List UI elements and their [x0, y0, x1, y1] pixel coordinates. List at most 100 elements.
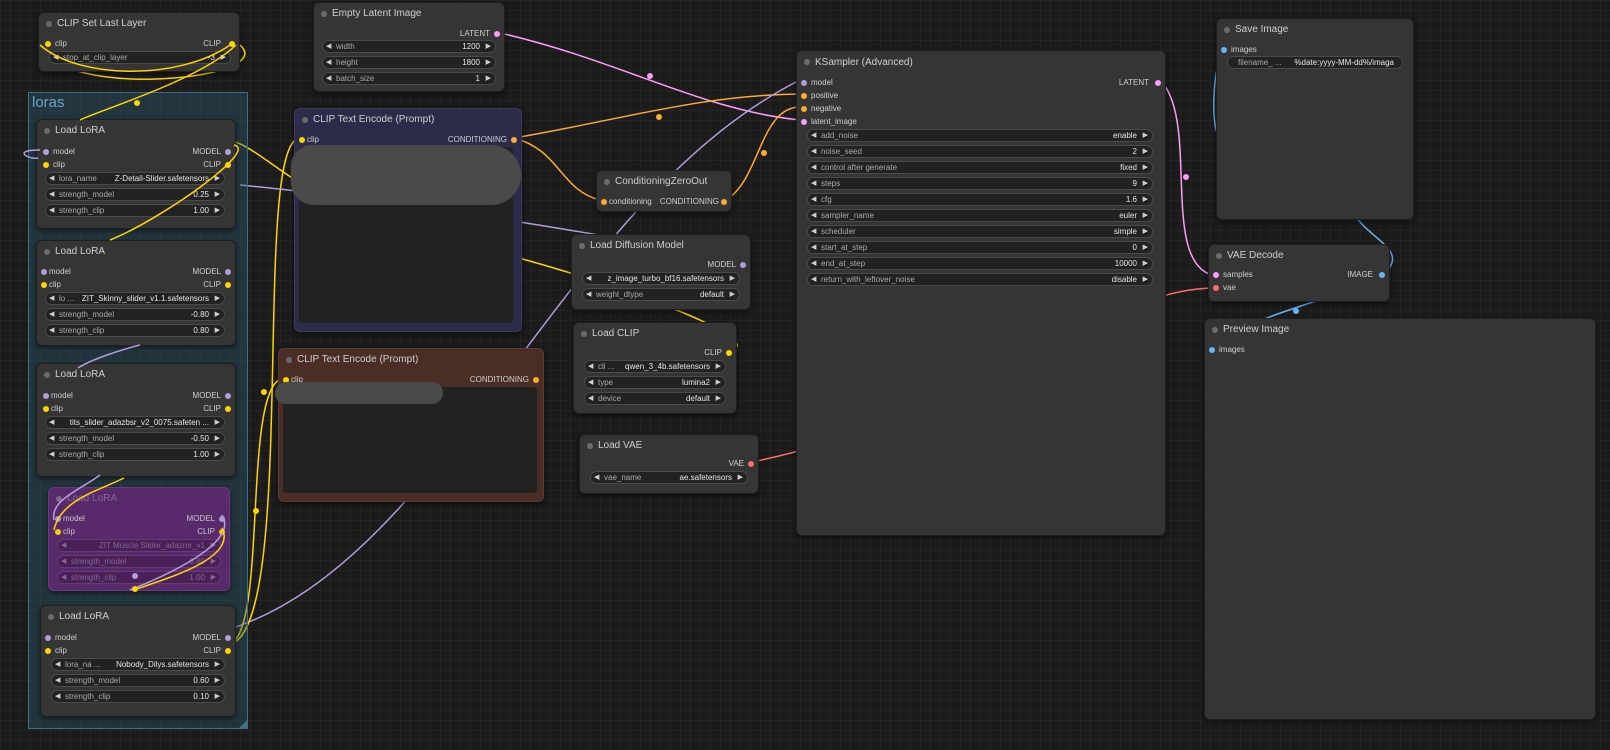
node-save-image[interactable]: Save Image images filename_ ... %date:yyy…	[1216, 18, 1414, 220]
input-slot-clip[interactable]	[41, 282, 47, 288]
node-clip-text-encode-positive[interactable]: CLIP Text Encode (Prompt) clip CONDITION…	[291, 108, 522, 332]
collapse-dot[interactable]	[587, 443, 593, 449]
ksampler-widget-cfg[interactable]: ◀ cfg 1.6 ▶	[807, 193, 1153, 206]
ksampler-widget-start-at-step[interactable]: ◀ start_at_step 0 ▶	[807, 241, 1153, 254]
collapse-dot[interactable]	[56, 496, 62, 502]
input-slot-model[interactable]	[55, 516, 61, 522]
strength-clip-widget[interactable]: ◀ strength_clip 0.10 ▶	[51, 690, 225, 703]
output-slot-model[interactable]	[225, 393, 231, 399]
collapse-dot[interactable]	[44, 128, 50, 134]
output-slot-image[interactable]	[1379, 272, 1385, 278]
node-ksampler-advanced[interactable]: KSampler (Advanced) model LATENT positiv…	[796, 50, 1166, 536]
clip-name-widget[interactable]: ◀ cli ... qwen_3_4b.safetensors ▶	[584, 360, 726, 373]
ksampler-widget-return-with-leftover-noise[interactable]: ◀ return_with_leftover_noise disable ▶	[807, 273, 1153, 286]
collapse-dot[interactable]	[804, 59, 810, 65]
collapse-dot[interactable]	[44, 249, 50, 255]
output-slot-model[interactable]	[740, 262, 746, 268]
vae-name-widget[interactable]: ◀ vae_name ae.safetensors ▶	[590, 471, 748, 484]
node-preview-image[interactable]: Preview Image images	[1204, 318, 1596, 720]
collapse-dot[interactable]	[321, 11, 327, 17]
input-slot-negative[interactable]	[801, 106, 807, 112]
height-widget[interactable]: ◀ height 1800 ▶	[322, 56, 496, 69]
clip-type-widget[interactable]: ◀ type lumina2 ▶	[584, 376, 726, 389]
strength-clip-widget[interactable]: ◀ strength_clip 1.00 ▶	[57, 571, 221, 584]
input-slot-model[interactable]	[41, 269, 47, 275]
input-slot-model[interactable]	[801, 80, 807, 86]
output-slot-clip[interactable]	[225, 648, 231, 654]
collapse-dot[interactable]	[286, 357, 292, 363]
output-slot-latent[interactable]	[494, 31, 500, 37]
output-slot-clip[interactable]	[229, 41, 235, 47]
strength-clip-widget[interactable]: ◀ strength_clip 0.80 ▶	[45, 324, 225, 337]
lora-name-widget[interactable]: ◀ tits_slider_adazbsr_v2_0075.safeten ...…	[45, 416, 225, 429]
lora-name-widget[interactable]: ◀ lora_na ... Nobody_Dilys.safetensors ▶	[51, 658, 225, 671]
input-slot-conditioning[interactable]	[601, 199, 607, 205]
input-slot-model[interactable]	[43, 393, 49, 399]
strength-clip-widget[interactable]: ◀ strength_clip 1.00 ▶	[45, 448, 225, 461]
node-clip-text-encode-negative[interactable]: CLIP Text Encode (Prompt) clip CONDITION…	[275, 348, 544, 502]
ksampler-widget-steps[interactable]: ◀ steps 9 ▶	[807, 177, 1153, 190]
unet-name-widget[interactable]: ◀ z_image_turbo_bf16.safetensors ▶	[582, 272, 740, 285]
filename-prefix-widget[interactable]: filename_ ... %date:yyyy-MM-dd%/imaga	[1227, 56, 1403, 69]
strength-model-widget[interactable]: ◀ strength_model -0.50 ▶	[45, 432, 225, 445]
input-slot-clip[interactable]	[43, 162, 49, 168]
lora-name-widget[interactable]: ◀ lo ... ZIT_Skinny_slider_v1.1.safetensor…	[45, 292, 225, 305]
output-slot-latent[interactable]	[1155, 80, 1161, 86]
node-vae-decode[interactable]: VAE Decode samples IMAGE vae	[1208, 244, 1390, 302]
ksampler-widget-scheduler[interactable]: ◀ scheduler simple ▶	[807, 225, 1153, 238]
input-slot-clip[interactable]	[45, 648, 51, 654]
strength-model-widget[interactable]: ◀ strength_model 0.80 ▶	[57, 555, 221, 568]
input-slot-images[interactable]	[1221, 47, 1227, 53]
ksampler-widget-add-noise[interactable]: ◀ add_noise enable ▶	[807, 129, 1153, 142]
node-load-diffusion-model[interactable]: Load Diffusion Model MODEL ◀ z_image_turb…	[571, 234, 751, 310]
node-load-lora-5[interactable]: Load LoRA model MODEL clip CLIP ◀ lora_na…	[40, 605, 236, 717]
input-slot-model[interactable]	[45, 635, 51, 641]
strength-model-widget[interactable]: ◀ strength_model 0.60 ▶	[51, 674, 225, 687]
output-slot-clip[interactable]	[225, 162, 231, 168]
output-slot-clip[interactable]	[726, 350, 732, 356]
collapse-dot[interactable]	[1216, 253, 1222, 259]
ksampler-widget-control-after-generate[interactable]: ◀ control after generate fixed ▶	[807, 161, 1153, 174]
ksampler-widget-end-at-step[interactable]: ◀ end_at_step 10000 ▶	[807, 257, 1153, 270]
node-load-clip[interactable]: Load CLIP CLIP ◀ cli ... qwen_3_4b.safeten…	[573, 322, 737, 414]
ksampler-widget-noise-seed[interactable]: ◀ noise_seed 2 ▶	[807, 145, 1153, 158]
collapse-dot[interactable]	[1212, 327, 1218, 333]
collapse-dot[interactable]	[48, 614, 54, 620]
output-slot-model[interactable]	[225, 269, 231, 275]
stop-at-clip-layer-widget[interactable]: ◀ stop_at_clip_layer -3 ▶	[49, 51, 231, 64]
decrement-arrow-icon[interactable]: ◀	[53, 52, 58, 63]
collapse-dot[interactable]	[302, 117, 308, 123]
node-load-lora-1[interactable]: Load LoRA model MODEL clip CLIP ◀ lora_na…	[36, 119, 236, 229]
width-widget[interactable]: ◀ width 1200 ▶	[322, 40, 496, 53]
input-slot-samples[interactable]	[1213, 272, 1219, 278]
increment-arrow-icon[interactable]: ▶	[221, 52, 226, 63]
output-slot-model[interactable]	[225, 149, 231, 155]
input-slot-latent-image[interactable]	[801, 119, 807, 125]
strength-model-widget[interactable]: ◀ strength_model 0.25 ▶	[45, 188, 225, 201]
output-slot-conditioning[interactable]	[721, 199, 727, 205]
output-slot-clip[interactable]	[219, 529, 225, 535]
input-slot-vae[interactable]	[1213, 285, 1219, 291]
strength-clip-widget[interactable]: ◀ strength_clip 1.00 ▶	[45, 204, 225, 217]
output-slot-model[interactable]	[225, 635, 231, 641]
group-resize-handle[interactable]	[239, 720, 247, 728]
input-slot-clip[interactable]	[43, 406, 49, 412]
node-load-lora-3[interactable]: Load LoRA model MODEL clip CLIP ◀ tits_sl…	[36, 363, 236, 477]
strength-model-widget[interactable]: ◀ strength_model -0.80 ▶	[45, 308, 225, 321]
output-slot-vae[interactable]	[748, 461, 754, 467]
output-slot-clip[interactable]	[225, 282, 231, 288]
ksampler-widget-sampler-name[interactable]: ◀ sampler_name euler ▶	[807, 209, 1153, 222]
node-load-lora-4-bypassed[interactable]: Load LoRA model MODEL clip CLIP ◀ ZIT Mus…	[48, 487, 230, 591]
collapse-dot[interactable]	[44, 372, 50, 378]
input-slot-model[interactable]	[43, 149, 49, 155]
output-slot-clip[interactable]	[225, 406, 231, 412]
output-slot-model[interactable]	[219, 516, 225, 522]
output-slot-conditioning[interactable]	[533, 377, 539, 383]
weight-dtype-widget[interactable]: ◀ weight_dtype default ▶	[582, 288, 740, 301]
input-slot-clip[interactable]	[45, 41, 51, 47]
node-load-vae[interactable]: Load VAE VAE ◀ vae_name ae.safetensors ▶	[579, 434, 759, 494]
node-clip-set-last-layer[interactable]: CLIP Set Last Layer clip CLIP ◀ stop_at_…	[38, 12, 240, 72]
node-empty-latent-image[interactable]: Empty Latent Image LATENT ◀ width 1200 ▶ ◀ h…	[313, 2, 505, 92]
collapse-dot[interactable]	[604, 179, 610, 185]
output-slot-conditioning[interactable]	[511, 137, 517, 143]
